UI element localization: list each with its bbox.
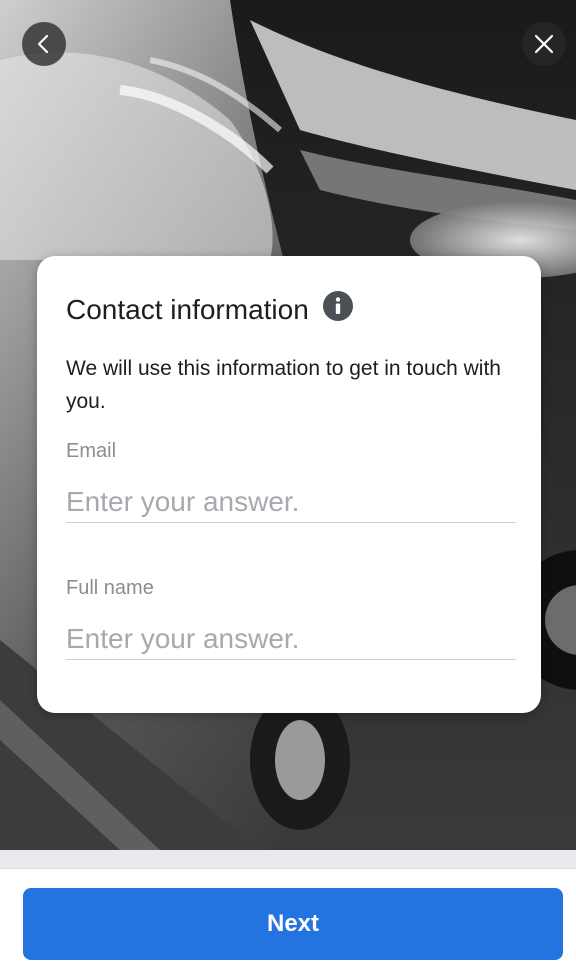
back-button[interactable]	[22, 22, 66, 66]
next-button[interactable]: Next	[23, 888, 563, 960]
email-field[interactable]	[66, 482, 516, 523]
card-header: Contact information	[66, 291, 353, 326]
divider-strip	[0, 850, 576, 868]
card-title: Contact information	[66, 294, 309, 325]
footer-divider	[0, 868, 576, 869]
full-name-field[interactable]	[66, 619, 516, 660]
card-description: We will use this information to get in t…	[66, 357, 501, 413]
contact-form-card: Contact information We will use this inf…	[37, 256, 541, 713]
close-icon	[534, 34, 554, 54]
chevron-left-icon	[37, 34, 49, 54]
full-name-label: Full name	[66, 577, 154, 599]
info-icon[interactable]	[322, 291, 353, 321]
email-label: Email	[66, 440, 117, 462]
close-button[interactable]	[522, 22, 566, 66]
